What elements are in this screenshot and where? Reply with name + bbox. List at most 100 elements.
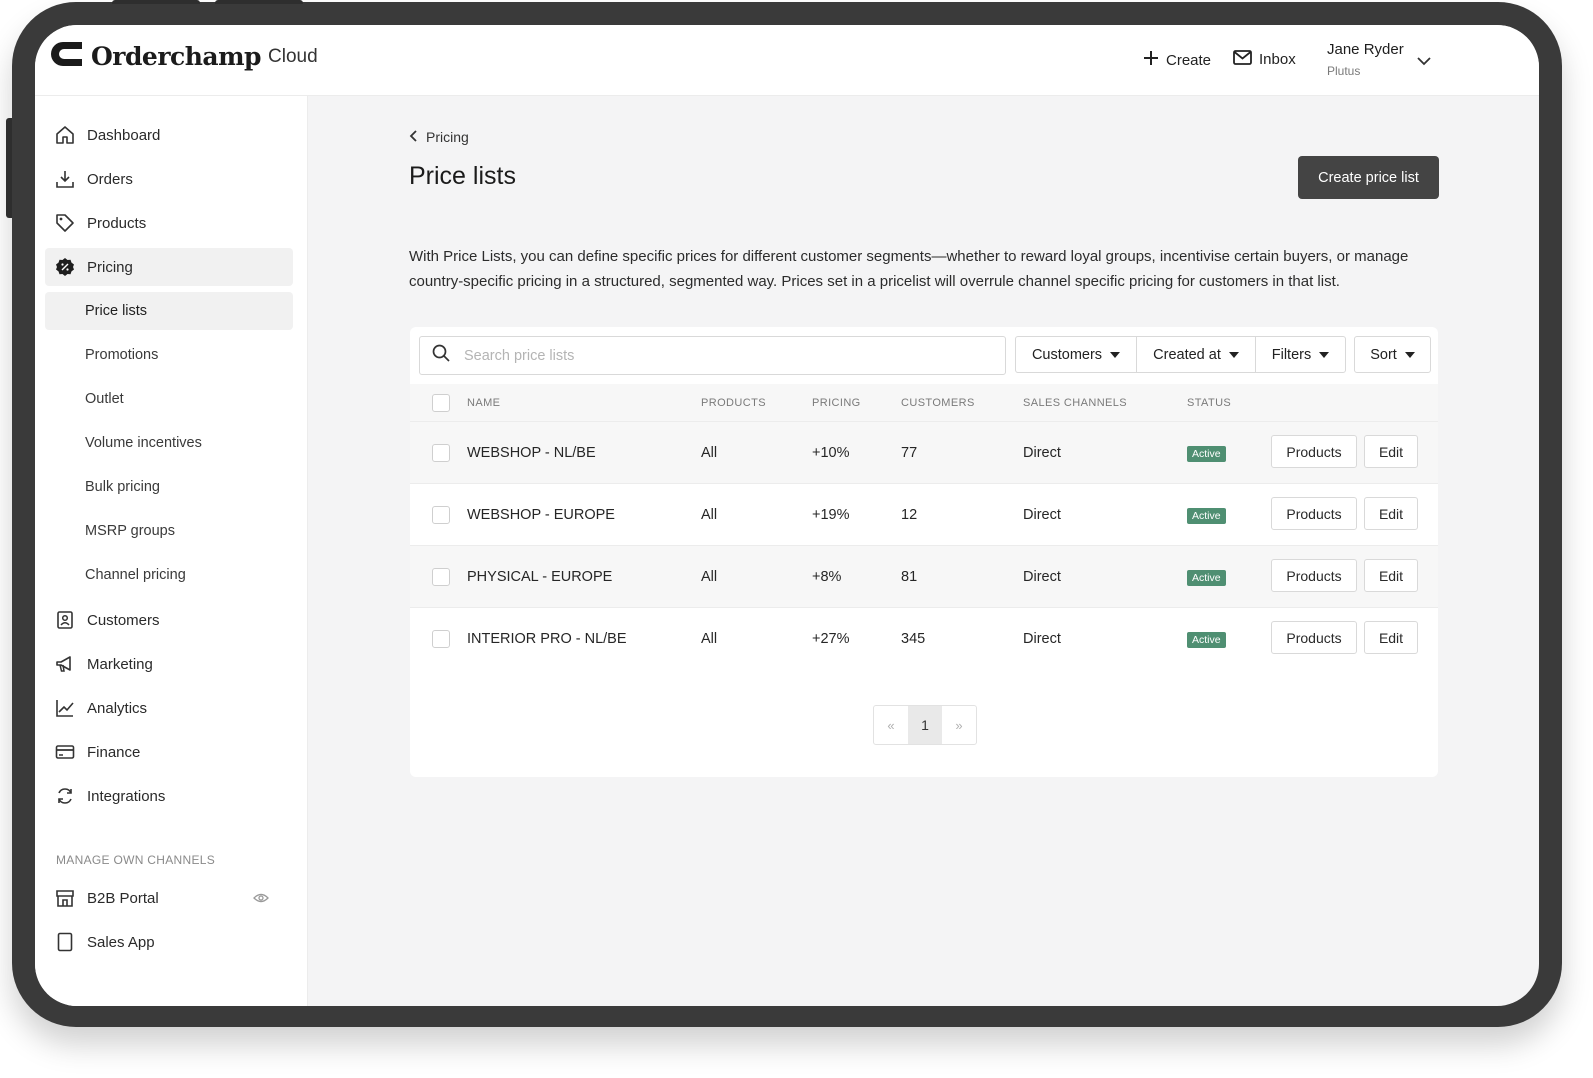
- app-screen: Orderchamp Cloud Create Inbox Jane Ryder…: [35, 25, 1539, 1006]
- row-checkbox[interactable]: [432, 630, 450, 648]
- search-icon: [420, 344, 462, 367]
- table-row[interactable]: WEBSHOP - NL/BE All +10% 77 Direct Activ…: [410, 421, 1438, 484]
- download-tray-icon: [53, 167, 77, 191]
- products-button[interactable]: Products: [1271, 621, 1357, 654]
- created-at-filter-dropdown[interactable]: Created at: [1136, 336, 1256, 373]
- customers-filter-dropdown[interactable]: Customers: [1015, 336, 1137, 373]
- search-input[interactable]: [462, 346, 966, 365]
- column-header-customers[interactable]: CUSTOMERS: [901, 397, 975, 409]
- column-header-sales-channels[interactable]: SALES CHANNELS: [1023, 397, 1127, 409]
- caret-down-icon: [1404, 351, 1415, 358]
- filters-dropdown[interactable]: Filters: [1255, 336, 1346, 373]
- sidebar-item-label: Orders: [87, 170, 133, 188]
- column-header-products[interactable]: PRODUCTS: [701, 397, 766, 409]
- sidebar-subitem-channel-pricing[interactable]: Channel pricing: [45, 556, 293, 594]
- inbox-button[interactable]: Inbox: [1233, 50, 1296, 69]
- sidebar-item-label: Customers: [87, 611, 160, 629]
- table-row[interactable]: WEBSHOP - EUROPE All +19% 12 Direct Acti…: [410, 483, 1438, 546]
- row-checkbox[interactable]: [432, 506, 450, 524]
- column-header-name[interactable]: NAME: [467, 397, 500, 409]
- tablet-icon: [53, 930, 77, 954]
- create-label: Create: [1166, 51, 1212, 69]
- breadcrumb[interactable]: Pricing: [409, 129, 469, 145]
- sidebar-item-dashboard[interactable]: Dashboard: [45, 116, 293, 154]
- status-badge: Active: [1187, 632, 1226, 648]
- price-list-name: WEBSHOP - EUROPE: [467, 507, 615, 523]
- sidebar-item-pricing[interactable]: Pricing: [45, 248, 293, 286]
- sidebar-item-label: Dashboard: [87, 126, 161, 144]
- sales-channel-value: Direct: [1023, 507, 1061, 523]
- sidebar-item-label: Pricing: [87, 258, 133, 276]
- top-bar: Orderchamp Cloud Create Inbox Jane Ryder…: [35, 25, 1539, 96]
- dropdown-label: Filters: [1271, 346, 1312, 363]
- search-field[interactable]: [419, 336, 1006, 375]
- credit-card-icon: [53, 740, 77, 764]
- sidebar-item-label: Sales App: [87, 933, 155, 951]
- column-header-pricing[interactable]: PRICING: [812, 397, 861, 409]
- sidebar-item-finance[interactable]: Finance: [45, 733, 293, 771]
- sales-channel-value: Direct: [1023, 631, 1061, 647]
- row-checkbox[interactable]: [432, 444, 450, 462]
- sidebar-item-label: Analytics: [87, 699, 148, 717]
- page-number-button[interactable]: 1: [908, 706, 942, 744]
- products-button[interactable]: Products: [1271, 435, 1357, 468]
- sidebar-item-b2b-portal[interactable]: B2B Portal: [45, 879, 293, 917]
- device-top-button: [215, 0, 303, 4]
- sort-dropdown[interactable]: Sort: [1354, 336, 1431, 373]
- user-name: Jane Ryder: [1327, 41, 1404, 58]
- edit-button[interactable]: Edit: [1364, 435, 1418, 468]
- tag-icon: [53, 211, 77, 235]
- page-description: With Price Lists, you can define specifi…: [409, 248, 1409, 290]
- storefront-icon: [53, 886, 77, 910]
- sidebar-item-marketing[interactable]: Marketing: [45, 645, 293, 683]
- pricing-value: +27%: [812, 631, 850, 647]
- select-all-checkbox[interactable]: [432, 394, 450, 412]
- sidebar-item-customers[interactable]: Customers: [45, 601, 293, 639]
- sidebar-subitem-promotions[interactable]: Promotions: [45, 336, 293, 374]
- device-side-button: [6, 118, 12, 218]
- previous-page-button[interactable]: «: [874, 706, 908, 744]
- sidebar-item-analytics[interactable]: Analytics: [45, 689, 293, 727]
- home-icon: [53, 123, 77, 147]
- sidebar-item-products[interactable]: Products: [45, 204, 293, 242]
- table-row[interactable]: INTERIOR PRO - NL/BE All +27% 345 Direct…: [410, 607, 1438, 670]
- user-menu[interactable]: Jane Ryder Plutus: [1327, 41, 1404, 78]
- next-page-button[interactable]: »: [942, 706, 976, 744]
- row-checkbox[interactable]: [432, 568, 450, 586]
- chevron-down-icon[interactable]: [1417, 53, 1431, 71]
- edit-button[interactable]: Edit: [1364, 621, 1418, 654]
- column-header-status[interactable]: STATUS: [1187, 397, 1231, 409]
- megaphone-icon: [53, 652, 77, 676]
- sales-channel-value: Direct: [1023, 445, 1061, 461]
- sidebar-item-integrations[interactable]: Integrations: [45, 777, 293, 815]
- refresh-icon: [53, 784, 77, 808]
- sidebar-item-orders[interactable]: Orders: [45, 160, 293, 198]
- price-list-name: INTERIOR PRO - NL/BE: [467, 631, 627, 647]
- sidebar-subitem-volume-incentives[interactable]: Volume incentives: [45, 424, 293, 462]
- plus-icon: [1143, 50, 1166, 70]
- table-row[interactable]: PHYSICAL - EUROPE All +8% 81 Direct Acti…: [410, 545, 1438, 608]
- products-button[interactable]: Products: [1271, 559, 1357, 592]
- sidebar-item-sales-app[interactable]: Sales App: [45, 923, 293, 961]
- edit-button[interactable]: Edit: [1364, 559, 1418, 592]
- sidebar-subitem-msrp-groups[interactable]: MSRP groups: [45, 512, 293, 550]
- eye-icon[interactable]: [253, 891, 269, 908]
- edit-button[interactable]: Edit: [1364, 497, 1418, 530]
- create-price-list-button[interactable]: Create price list: [1298, 156, 1439, 199]
- chevron-left-icon: [409, 129, 426, 145]
- inbox-label: Inbox: [1259, 51, 1296, 68]
- pricing-value: +8%: [812, 569, 842, 585]
- logo[interactable]: Orderchamp Cloud: [49, 41, 318, 72]
- breadcrumb-label: Pricing: [426, 129, 469, 145]
- section-label-own-channels: MANAGE OWN CHANNELS: [56, 853, 216, 867]
- sidebar-subitem-outlet[interactable]: Outlet: [45, 380, 293, 418]
- table-header: NAME PRODUCTS PRICING CUSTOMERS SALES CH…: [410, 384, 1438, 421]
- sidebar-subitem-bulk-pricing[interactable]: Bulk pricing: [45, 468, 293, 506]
- caret-down-icon: [1228, 351, 1239, 358]
- sidebar-item-label: Products: [87, 214, 147, 232]
- pricing-value: +10%: [812, 445, 850, 461]
- price-lists-card: Customers Created at Filters Sort NAME P…: [410, 327, 1438, 777]
- create-button[interactable]: Create: [1143, 50, 1211, 70]
- sidebar-subitem-price-lists[interactable]: Price lists: [45, 292, 293, 330]
- products-button[interactable]: Products: [1271, 497, 1357, 530]
